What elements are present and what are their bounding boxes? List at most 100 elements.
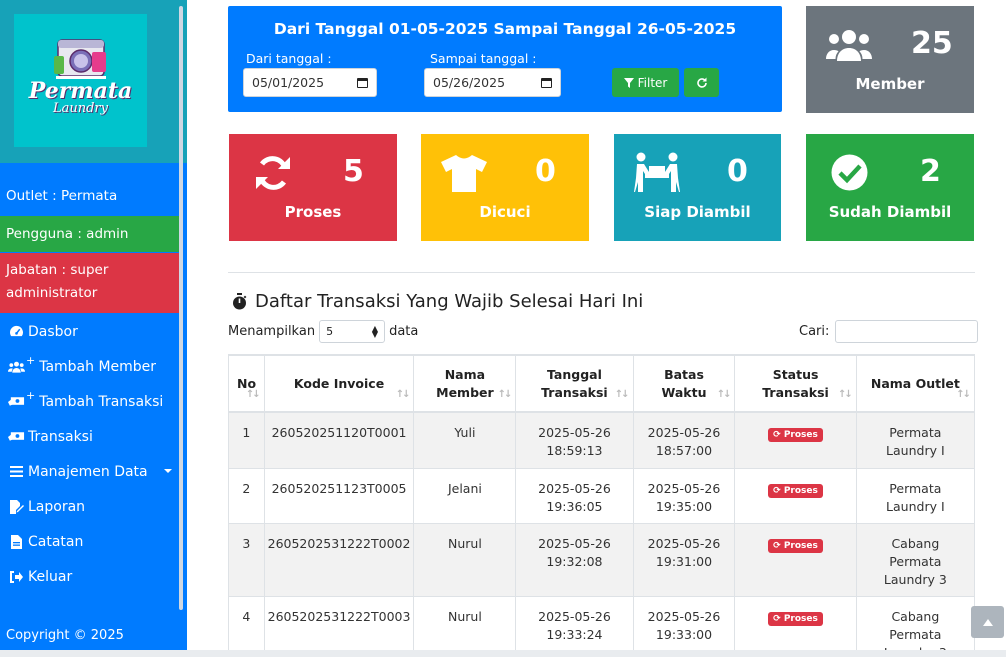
calendar-icon[interactable] [541, 77, 552, 88]
page-length-control: Menampilkan 5 ▲ ▼ data [228, 320, 418, 343]
from-date-label: Dari tanggal : [246, 51, 332, 66]
sidebar-item-label: Manajemen Data [28, 463, 148, 480]
search-label: Cari: [799, 324, 830, 339]
transactions-table: No ↑↓ Kode Invoice ↑↓ Nama Member ↑↓ Tangga… [228, 354, 976, 657]
sort-icon: ↑↓ [614, 389, 630, 400]
cell-outlet: Permata Laundry I [855, 467, 976, 524]
check-circle-icon [831, 154, 868, 191]
status-badge: ⟳ Proses [768, 538, 823, 553]
logo-brand-text: Permata [28, 77, 133, 104]
stat-sudah-diambil[interactable]: 2 Sudah Diambil [806, 134, 974, 241]
money-plus-icon [7, 394, 25, 410]
col-header-batas-waktu[interactable]: Batas Waktu ↑↓ [632, 354, 736, 413]
section-title-text: Daftar Transaksi Yang Wajib Selesai Hari… [255, 291, 644, 312]
col-header-nama-member[interactable]: Nama Member ↑↓ [413, 354, 517, 413]
filter-button[interactable]: Filter [612, 68, 679, 97]
col-header-nama-outlet[interactable]: Nama Outlet ↑↓ [855, 354, 976, 413]
file-signature-icon [7, 499, 25, 515]
sidebar-item-catatan[interactable]: Catatan [0, 524, 180, 559]
dicuci-count: 0 [535, 154, 556, 189]
sidebar-item-laporan[interactable]: Laporan [0, 489, 180, 524]
table-row[interactable]: 1 260520251120T0001 Yuli 2025-05-26 18:59… [228, 411, 976, 469]
to-date-input[interactable]: 05/26/2025 [424, 68, 561, 97]
sudah-diambil-count: 2 [920, 154, 941, 189]
cell-tanggal: 2025-05-26 19:33:24 [515, 595, 634, 657]
cell-member: Nurul [413, 522, 517, 597]
sync-icon: ⟳ [773, 540, 781, 551]
reset-button[interactable] [684, 68, 719, 97]
to-date-label: Sampai tanggal : [430, 51, 537, 66]
cell-status: ⟳ Proses [734, 522, 857, 597]
page-length-select[interactable]: 5 ▲ ▼ [319, 320, 386, 343]
stat-proses[interactable]: 5 Proses [229, 134, 397, 241]
stat-dicuci[interactable]: 0 Dicuci [421, 134, 589, 241]
cell-member: Nurul [413, 595, 517, 657]
filter-icon [623, 77, 634, 88]
plus-icon: + [26, 354, 36, 367]
show-label: Menampilkan [228, 324, 316, 339]
file-icon [7, 534, 25, 550]
from-date-input[interactable]: 05/01/2025 [243, 68, 377, 97]
sidebar-item-label: Tambah Transaksi [39, 393, 164, 410]
member-count: 25 [911, 26, 953, 61]
sidebar-item-transaksi[interactable]: Transaksi [0, 419, 180, 454]
table-row[interactable]: 3 2605202531222T0002 Nurul 2025-05-26 19:… [228, 522, 976, 597]
calendar-icon[interactable] [357, 77, 368, 88]
sidebar-item-label: Dasbor [28, 323, 78, 340]
show-suffix: data [389, 324, 419, 339]
sync-icon: ⟳ [773, 613, 781, 624]
col-header-tanggal-transaksi[interactable]: Tanggal Transaksi ↑↓ [515, 354, 634, 413]
sidebar-item-tambah-transaksi[interactable]: + Tambah Transaksi [0, 384, 180, 419]
sidebar-scrollbar[interactable] [179, 6, 183, 610]
tshirt-icon [441, 155, 487, 192]
date-filter-panel: Dari Tanggal 01-05-2025 Sampai Tanggal 2… [228, 6, 782, 112]
status-badge: ⟳ Proses [768, 611, 823, 626]
cell-member: Yuli [413, 411, 517, 469]
member-label: Member [855, 75, 925, 93]
sort-icon: ↑↓ [956, 389, 971, 400]
cell-no: 2 [228, 467, 265, 524]
back-to-top-button[interactable] [971, 606, 1004, 638]
stat-member[interactable]: 25 Member [806, 6, 974, 113]
col-header-status-transaksi[interactable]: Status Transaksi ↑↓ [734, 354, 857, 413]
sidebar-item-manajemen-data[interactable]: Manajemen Data [0, 454, 180, 489]
sync-icon [256, 156, 290, 190]
cell-batas: 2025-05-26 19:31:00 [632, 522, 736, 597]
table-row[interactable]: 4 2605202531222T0003 Nurul 2025-05-26 19:… [228, 595, 976, 657]
search-input[interactable] [835, 320, 979, 343]
cell-batas: 2025-05-26 18:57:00 [632, 411, 736, 469]
cell-status: ⟳ Proses [734, 467, 857, 524]
search-control: Cari: [799, 320, 979, 343]
col-header-kode-invoice[interactable]: Kode Invoice ↑↓ [263, 354, 415, 413]
cell-invoice: 260520251123T0005 [263, 467, 415, 524]
app-root: Permata Laundry Outlet : Permata Laundry… [0, 0, 1006, 657]
copyright-text: Copyright © 2025 [6, 628, 124, 643]
sync-icon: ⟳ [773, 430, 781, 440]
proses-label: Proses [284, 203, 342, 221]
permata-laundry-logo[interactable]: Permata Laundry [14, 14, 147, 147]
cell-tanggal: 2025-05-26 19:36:05 [515, 467, 634, 524]
page-length-value: 5 [326, 325, 334, 338]
sidebar-item-label: Laporan [28, 498, 86, 515]
filter-title: Dari Tanggal 01-05-2025 Sampai Tanggal 2… [273, 20, 737, 38]
cell-no: 4 [228, 595, 265, 657]
caret-down-icon [164, 469, 172, 473]
table-row[interactable]: 2 260520251123T0005 Jelani 2025-05-26 19:… [228, 467, 976, 524]
sidebar-item-keluar[interactable]: Keluar [0, 559, 180, 594]
sort-icon: ↑↓ [837, 389, 853, 400]
cell-outlet: CabangPermataLaundry 3 [855, 595, 976, 657]
cell-outlet: CabangPermataLaundry 3 [855, 522, 976, 597]
cell-invoice: 2605202531222T0003 [263, 595, 415, 657]
sidebar-menu: Dasbor + Tambah Member + Tambah Transaks… [0, 314, 180, 594]
logo-sub-text: Laundry [52, 100, 108, 116]
chevron-up-icon [982, 618, 993, 626]
siap-diambil-label: Siap Diambil [644, 203, 751, 221]
select-arrows-icon: ▲ ▼ [371, 323, 379, 339]
sidebar-item-dasbor[interactable]: Dasbor [0, 314, 180, 349]
proses-count: 5 [343, 154, 364, 189]
from-date-value: 05/01/2025 [252, 75, 325, 90]
cell-invoice: 260520251120T0001 [263, 411, 415, 469]
col-header-no[interactable]: No ↑↓ [228, 354, 265, 413]
sidebar-item-tambah-member[interactable]: + Tambah Member [0, 349, 180, 384]
stat-siap-diambil[interactable]: 0 Siap Diambil [614, 134, 781, 241]
